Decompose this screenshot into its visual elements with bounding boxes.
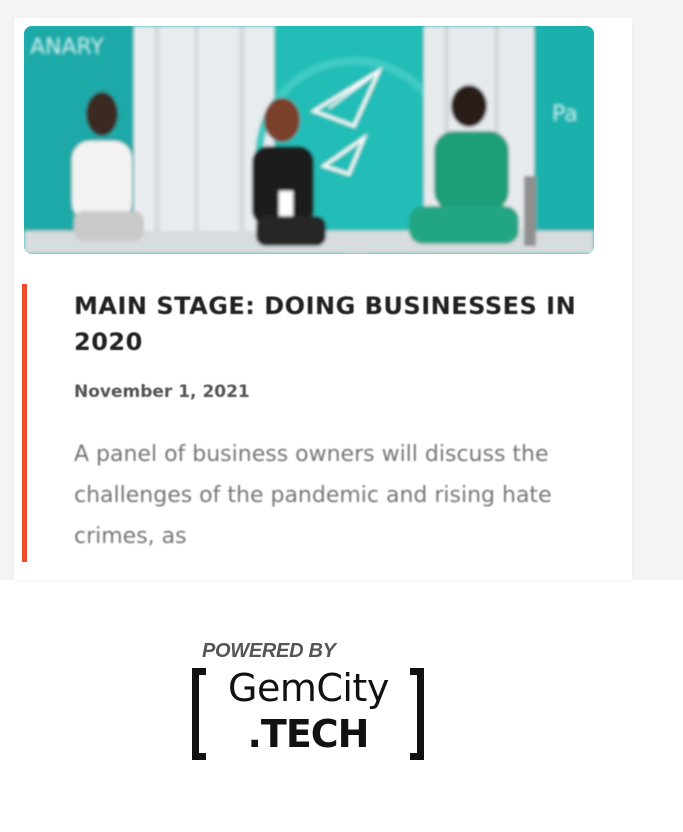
article-date: November 1, 2021 [74, 382, 250, 402]
hero-illustration: ANARY Pa [24, 26, 594, 254]
banner-text-left: ANARY [30, 35, 104, 60]
page: ANARY Pa MAIN STAGE: DOING BUSINESSES IN… [0, 0, 683, 832]
article-title[interactable]: MAIN STAGE: DOING BUSINESSES IN 2020 [74, 288, 594, 360]
left-bracket-icon [192, 668, 206, 760]
right-bracket-icon [410, 668, 424, 760]
banner-text-right: Pa [552, 102, 578, 127]
logo-line-1: GemCity [228, 666, 389, 710]
article-image[interactable]: ANARY Pa [24, 26, 594, 254]
gemcity-tech-logo[interactable]: GemCity .TECH [192, 664, 424, 764]
logo-line-2: .TECH [247, 712, 369, 756]
accent-bar [22, 284, 27, 562]
article-excerpt: A panel of business owners will discuss … [74, 442, 552, 549]
screenshot-area: ANARY Pa MAIN STAGE: DOING BUSINESSES IN… [0, 0, 683, 580]
powered-by-label: POWERED BY [202, 640, 336, 662]
